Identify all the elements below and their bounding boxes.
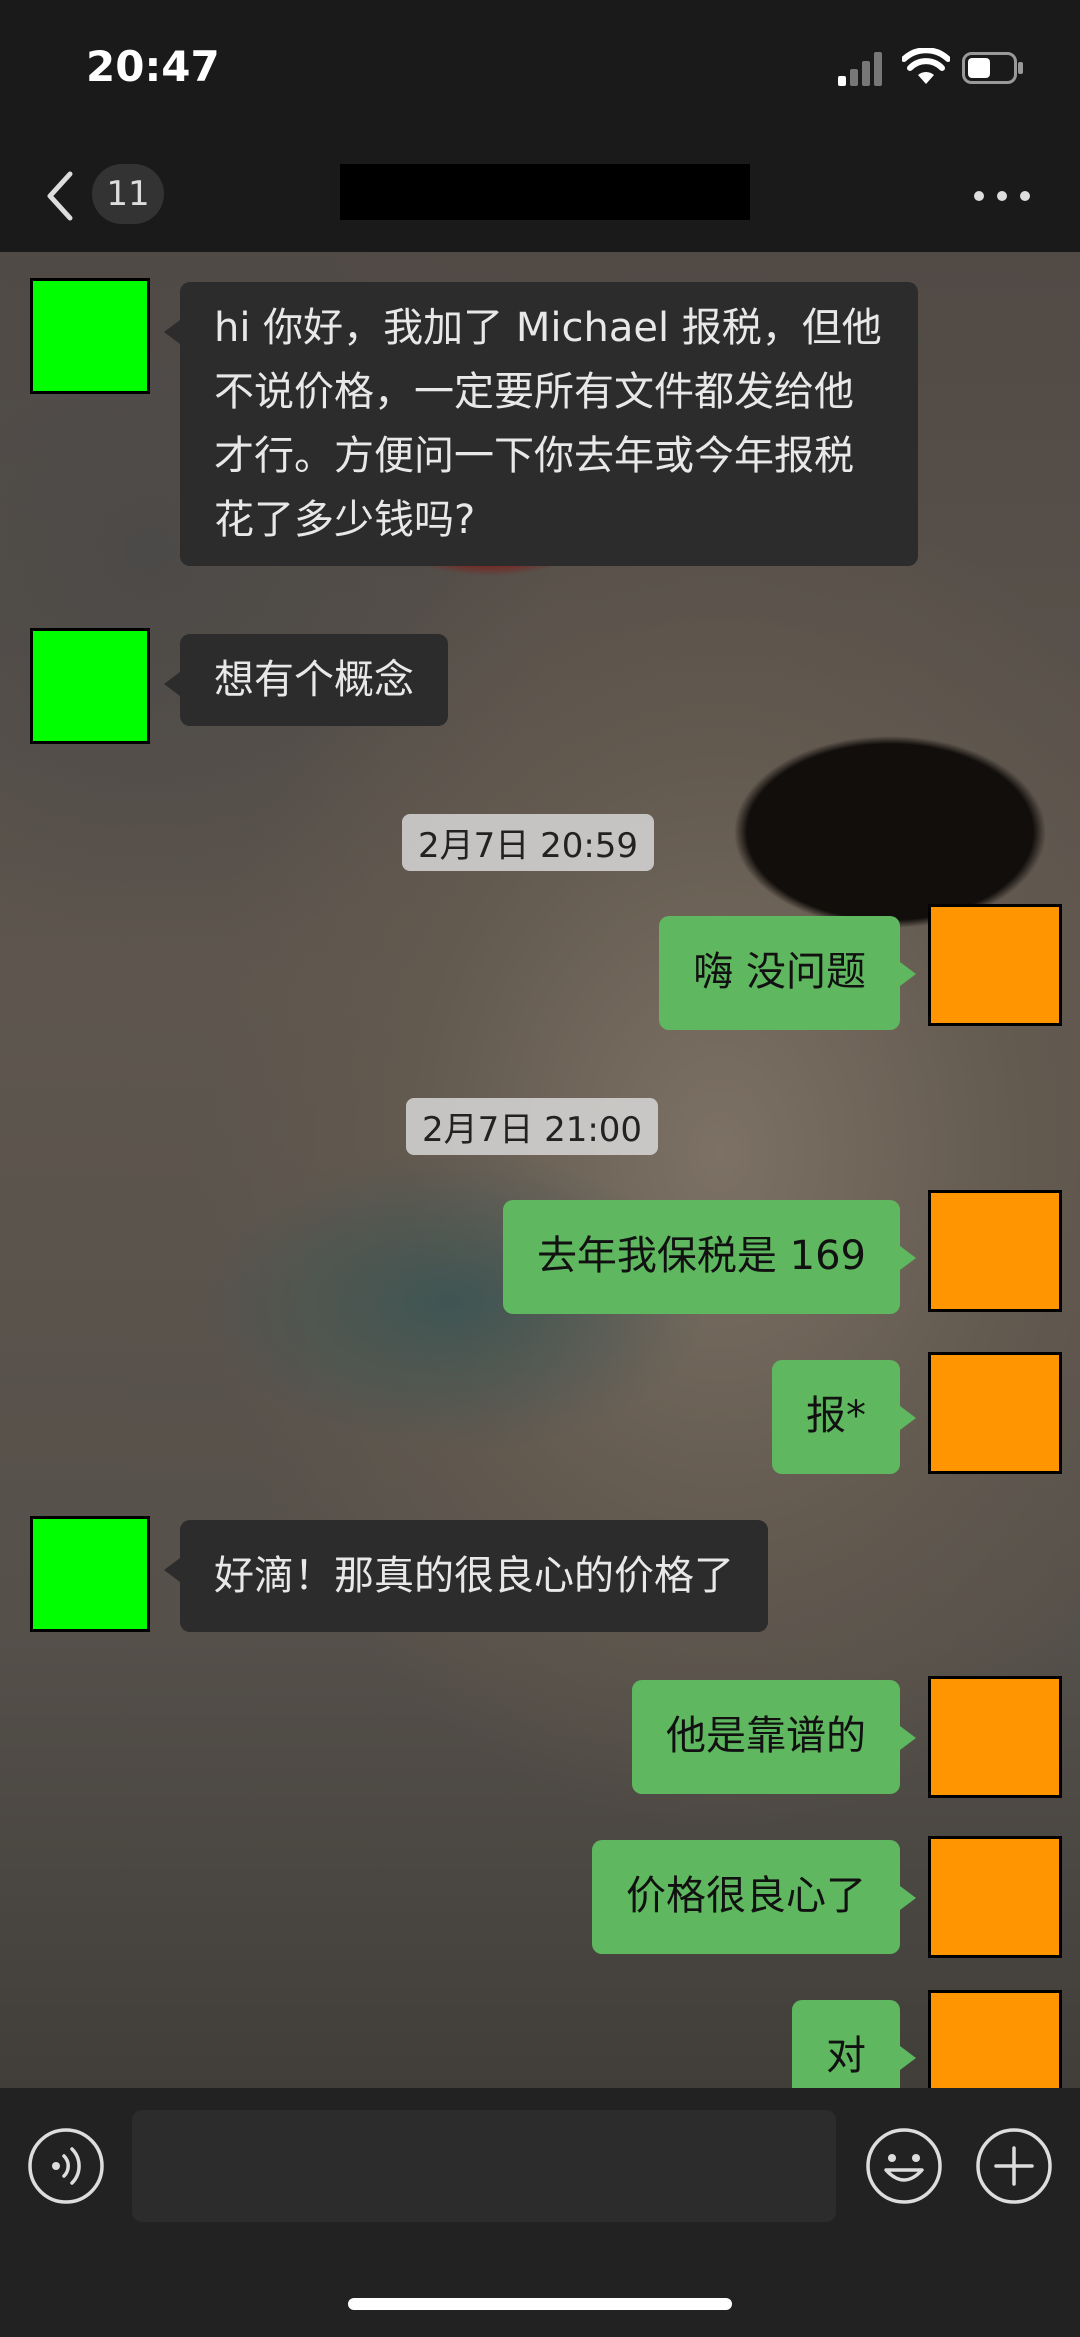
cellular-signal-icon — [838, 52, 882, 86]
status-bar: 20:47 — [0, 0, 1080, 140]
timestamp: 2月7日 21:00 — [406, 1098, 659, 1155]
chat-title-redacted — [340, 164, 750, 220]
outgoing-message[interactable]: 报* — [772, 1360, 916, 1474]
home-indicator[interactable] — [348, 2298, 732, 2310]
outgoing-message[interactable]: 嗨 没问题 — [659, 916, 916, 1030]
outgoing-message[interactable]: 他是靠谱的 — [632, 1680, 916, 1794]
plus-icon[interactable] — [974, 2126, 1054, 2206]
more-dots-icon[interactable] — [974, 176, 1030, 216]
my-avatar[interactable] — [928, 1352, 1062, 1474]
chevron-left-icon[interactable] — [40, 164, 80, 228]
emoji-icon[interactable] — [864, 2126, 944, 2206]
my-avatar[interactable] — [928, 904, 1062, 1026]
my-avatar[interactable] — [928, 1190, 1062, 1312]
outgoing-message[interactable]: 价格很良心了 — [592, 1840, 916, 1954]
incoming-message[interactable]: 好滴！那真的很良心的价格了 — [164, 1520, 768, 1632]
outgoing-message[interactable]: 对 — [792, 2000, 916, 2088]
incoming-message[interactable]: 想有个概念 — [164, 634, 448, 726]
status-time: 20:47 — [86, 42, 220, 91]
my-avatar[interactable] — [928, 1676, 1062, 1798]
contact-avatar[interactable] — [30, 628, 150, 744]
wifi-icon — [902, 48, 950, 84]
incoming-message[interactable]: hi 你好，我加了 Michael 报税，但他不说价格，一定要所有文件都发给他才… — [164, 282, 918, 566]
message-composer — [0, 2088, 1080, 2337]
outgoing-message[interactable]: 去年我保税是 169 — [502, 1200, 917, 1314]
voice-icon[interactable] — [26, 2126, 106, 2206]
battery-icon — [962, 52, 1023, 84]
chat-header: 11 — [0, 140, 1080, 253]
my-avatar[interactable] — [928, 1990, 1062, 2088]
contact-avatar[interactable] — [30, 278, 150, 394]
message-input[interactable] — [132, 2110, 836, 2222]
message-list[interactable]: hi 你好，我加了 Michael 报税，但他不说价格，一定要所有文件都发给他才… — [0, 252, 1080, 2088]
timestamp: 2月7日 20:59 — [402, 814, 655, 871]
my-avatar[interactable] — [928, 1836, 1062, 1958]
contact-avatar[interactable] — [30, 1516, 150, 1632]
unread-count-badge[interactable]: 11 — [92, 164, 164, 224]
